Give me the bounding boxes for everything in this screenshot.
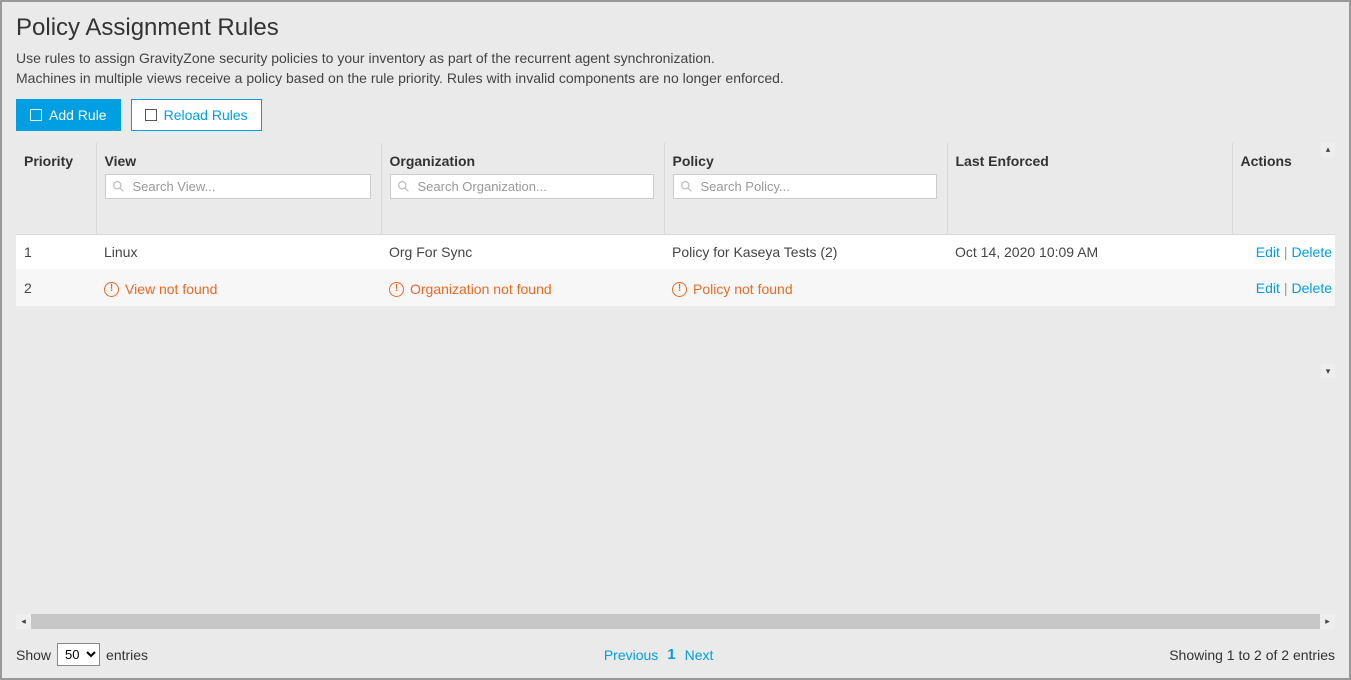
previous-page-link[interactable]: Previous [604,647,658,663]
plus-icon [30,109,42,121]
cell-view: Linux [96,235,381,270]
search-icon [680,180,693,193]
entries-label: entries [106,647,148,663]
edit-link[interactable]: Edit [1256,244,1280,260]
add-rule-button[interactable]: Add Rule [16,99,121,131]
column-label: Actions [1241,153,1292,169]
reload-rules-label: Reload Rules [164,107,248,123]
column-header-organization[interactable]: Organization [381,143,664,205]
table-row[interactable]: 1LinuxOrg For SyncPolicy for Kaseya Test… [16,235,1335,270]
horizontal-scrollbar[interactable]: ◂ ▸ [16,614,1335,629]
scroll-down-icon[interactable]: ▾ [1321,364,1335,378]
table-row[interactable]: 2! View not found! Organization not found!… [16,269,1335,306]
add-rule-label: Add Rule [49,107,107,123]
cell-priority: 1 [16,235,96,270]
search-view-input[interactable] [105,174,371,199]
search-icon [397,180,410,193]
entries-summary: Showing 1 to 2 of 2 entries [1169,647,1335,663]
column-header-policy[interactable]: Policy [664,143,947,205]
page-title: Policy Assignment Rules [16,14,1335,42]
column-label: Last Enforced [956,153,1049,169]
table-empty-area [16,378,1335,614]
current-page[interactable]: 1 [667,646,675,663]
cell-policy: Policy for Kaseya Tests (2) [664,235,947,270]
column-header-actions: Actions [1232,143,1335,205]
column-label: View [105,153,137,169]
warning-icon: ! [104,282,119,297]
table-spacer-row [16,205,1335,235]
cell-policy: ! Policy not found [664,269,947,306]
show-label: Show [16,647,51,663]
scroll-right-icon[interactable]: ▸ [1320,614,1335,629]
cell-organization: Org For Sync [381,235,664,270]
column-label: Organization [390,153,476,169]
column-label: Priority [24,153,73,169]
warning-icon: ! [389,282,404,297]
cell-last-enforced [947,269,1232,306]
cell-text: Policy not found [693,281,793,297]
scroll-left-icon[interactable]: ◂ [16,614,31,629]
cell-text: View not found [125,281,217,297]
column-header-view[interactable]: View [96,143,381,205]
page-description-line1: Use rules to assign GravityZone security… [16,48,1335,68]
warning-icon: ! [672,282,687,297]
reload-icon [145,109,157,121]
next-page-link[interactable]: Next [685,647,714,663]
pagination: Previous 1 Next [604,646,714,663]
page-size-select[interactable]: 50 [57,643,100,666]
cell-text: Organization not found [410,281,552,297]
cell-actions: Edit|Delete [1232,269,1335,306]
page-description-line2: Machines in multiple views receive a pol… [16,68,1335,88]
cell-actions: Edit|Delete [1232,235,1335,270]
search-icon [112,180,125,193]
table-footer: Show 50 entries Previous 1 Next Showing … [2,629,1349,678]
cell-last-enforced: Oct 14, 2020 10:09 AM [947,235,1232,270]
search-organization-input[interactable] [390,174,654,199]
edit-link[interactable]: Edit [1256,280,1280,296]
action-separator: | [1284,280,1288,296]
reload-rules-button[interactable]: Reload Rules [131,99,262,131]
scroll-up-icon[interactable]: ▴ [1321,143,1335,157]
column-label: Policy [673,153,714,169]
vertical-scrollbar[interactable]: ▴ ▾ [1321,143,1335,379]
search-policy-input[interactable] [673,174,937,199]
cell-view: ! View not found [96,269,381,306]
column-header-last-enforced[interactable]: Last Enforced [947,143,1232,205]
action-separator: | [1284,244,1288,260]
toolbar: Add Rule Reload Rules [2,99,1349,143]
rules-table: Priority View Organization [16,143,1335,307]
cell-priority: 2 [16,269,96,306]
column-header-priority[interactable]: Priority [16,143,96,205]
cell-organization: ! Organization not found [381,269,664,306]
